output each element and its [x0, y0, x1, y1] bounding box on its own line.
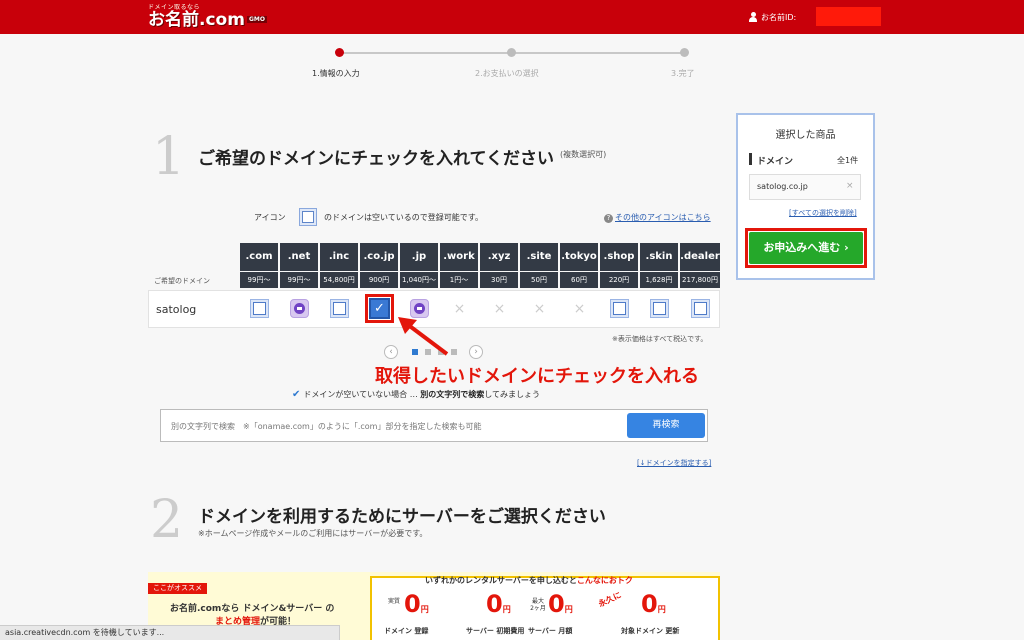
tld-header: .skin [640, 243, 679, 271]
annotation-arrow [398, 317, 449, 356]
unavailable-cross-icon: × [493, 301, 506, 317]
other-icons-link[interactable]: ? その他のアイコンはこちら [604, 212, 711, 223]
browser-status-bar: asia.creativecdn.com を待機しています... [0, 625, 340, 640]
domain-name: satolog [156, 303, 197, 316]
tld-header: .tokyo [560, 243, 599, 271]
user-id-label: お名前ID: [761, 13, 797, 22]
legend-checkbox-icon [299, 208, 317, 226]
research-button[interactable]: 再検索 [627, 413, 705, 438]
tld-price: 99円〜 [280, 272, 319, 288]
promo-left-line1: お名前.comなら ドメイン&サーバー の [170, 604, 335, 614]
onamae-logo[interactable]: ドメイン取るなら お名前.com GMO [148, 4, 267, 29]
promo-item-caption: サーバー 月額 [528, 627, 573, 635]
server-note: ※ホームページ作成やメールのご利用にはサーバーが必要です。 [198, 529, 428, 538]
unavailable-cross-icon: × [533, 301, 546, 317]
unavailable-cross-icon: × [573, 301, 586, 317]
promo-item-caption: サーバー 初期費用 [466, 627, 525, 635]
section-title-1: ご希望のドメインにチェックを入れてください [198, 149, 554, 169]
domain-checkbox[interactable] [330, 299, 349, 318]
annotation-text: 取得したいドメインにチェックを入れる [375, 366, 699, 387]
premium-domain-icon[interactable] [290, 299, 309, 318]
promo-item-caption: ドメイン 登録 [384, 627, 429, 635]
domain-checkbox[interactable] [650, 299, 669, 318]
step-dot-1 [335, 48, 344, 57]
search-input[interactable] [171, 418, 621, 434]
cart-domain-label: ドメイン [757, 157, 794, 167]
promo-item-caption: 対象ドメイン 更新 [621, 627, 680, 635]
cart-item-name: satolog.co.jp [757, 182, 808, 191]
tld-price: 54,800円 [320, 272, 359, 288]
step-dot-2 [507, 48, 516, 57]
cart-title: 選択した商品 [775, 130, 836, 141]
desired-domain-label: ご希望のドメイン [154, 277, 210, 285]
domain-checkbox[interactable] [250, 299, 269, 318]
promo-zero-value: 0円 [548, 590, 573, 618]
tld-header: .xyz [480, 243, 519, 271]
remove-item-icon[interactable]: × [846, 181, 854, 191]
tld-header: .dealer [680, 243, 721, 271]
cart-count: 全1件 [837, 156, 859, 165]
proceed-to-apply-button[interactable]: お申込みへ進む › [749, 232, 863, 264]
step-label-3: 3.完了 [671, 69, 695, 78]
tld-price: 60円 [560, 272, 599, 288]
search-tip: ✔ ドメインが空いていない場合 … 別の文字列で検索してみましょう [292, 389, 541, 400]
promo-zero-value: 0円 [486, 590, 511, 618]
recommend-tag: ここがオススメ [148, 583, 207, 594]
promo-item-qualifier: 最大 2ヶ月 [530, 598, 546, 612]
tld-header: .shop [600, 243, 639, 271]
help-icon: ? [604, 214, 613, 223]
tld-header: .work [440, 243, 479, 271]
promo-zero-value: 0円 [641, 590, 666, 618]
search-box [160, 409, 708, 442]
promo-item-qualifier: 実質 [387, 598, 400, 605]
specify-domain-link[interactable]: [↓ドメインを指定する] [637, 458, 711, 468]
tld-price: 1円〜 [440, 272, 479, 288]
cart-section-marker [749, 153, 752, 165]
tld-price: 220円 [600, 272, 639, 288]
pager-next-button[interactable]: › [469, 345, 483, 359]
section-number-1: 1 [152, 127, 186, 187]
step-dot-3 [680, 48, 689, 57]
tld-header: .co.jp [360, 243, 399, 271]
user-icon [749, 12, 757, 22]
redacted-user-id [816, 7, 881, 26]
domain-checkbox-checked[interactable]: ✓ [369, 298, 390, 319]
logo-text: お名前.com [148, 10, 245, 30]
section-title-2: ドメインを利用するためにサーバーをご選択ください [198, 507, 606, 527]
promo-zero-value: 0円 [404, 590, 429, 618]
legend-suffix: のドメインは空いているので登録可能です。 [324, 213, 483, 222]
tld-header: .net [280, 243, 319, 271]
tld-price: 30円 [480, 272, 519, 288]
check-icon: ✔ [292, 389, 301, 400]
tld-header: .inc [320, 243, 359, 271]
domain-checkbox[interactable] [691, 299, 710, 318]
section-number-2: 2 [150, 490, 184, 550]
tld-header: .site [520, 243, 559, 271]
tld-price: 900円 [360, 272, 399, 288]
tld-header: .com [240, 243, 279, 271]
tld-header: .jp [400, 243, 439, 271]
tld-price: 1,040円〜 [400, 272, 439, 288]
tld-price: 99円〜 [240, 272, 279, 288]
tld-price: 1,628円 [640, 272, 679, 288]
tax-note: ※表示価格はすべて税込です。 [612, 335, 708, 343]
step-label-2: 2.お支払いの選択 [475, 69, 539, 78]
promo-heading: いずれかのレンタルサーバーを申し込むとこんなにおトク [425, 576, 633, 585]
step-label-1: 1.情報の入力 [312, 69, 360, 78]
tld-price: 217,800円 [680, 272, 721, 288]
gmo-badge: GMO [246, 16, 267, 23]
clear-all-link[interactable]: [すべての選択を削除] [789, 208, 857, 218]
tld-price: 50円 [520, 272, 559, 288]
legend-prefix: アイコン [254, 213, 286, 222]
multi-select-note: (複数選択可) [560, 150, 607, 159]
other-icons-link-text: その他のアイコンはこちら [615, 213, 711, 222]
domain-checkbox[interactable] [610, 299, 629, 318]
